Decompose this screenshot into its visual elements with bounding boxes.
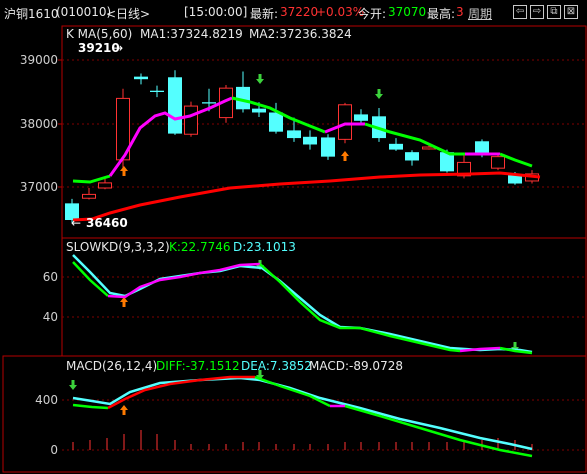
ma2-line	[72, 171, 541, 222]
ma2-label: MA2:37236.3824	[249, 27, 352, 41]
kd-ytick-60: 60	[42, 270, 58, 284]
macd-ytick-400: 400	[35, 393, 58, 407]
kd-panel-frame	[61, 237, 587, 357]
candle-body-25	[491, 156, 505, 169]
candle-body-4	[134, 76, 148, 80]
candle-body-15	[321, 137, 335, 157]
price-ytick-37000: 37000	[19, 180, 58, 194]
candle-body-1	[82, 193, 96, 199]
ma1-label: MA1:37324.8219	[140, 27, 243, 41]
kd-lines	[72, 254, 533, 355]
candle-body-5	[150, 90, 164, 92]
candle-body-13	[287, 130, 301, 139]
kline-chart[interactable]	[0, 0, 587, 474]
high-marker-arrow-icon: →	[113, 41, 124, 55]
candle-body-6	[168, 77, 182, 134]
kd-k-segment-2	[107, 262, 261, 299]
candles	[65, 70, 539, 223]
candle-body-19	[389, 143, 403, 150]
buy-arrow-icon-1	[120, 166, 128, 176]
kd-k-segment-1	[72, 261, 109, 297]
low-marker-label: 36460	[86, 216, 128, 230]
macd-buy-arrow-icon	[120, 405, 128, 415]
macd-lines	[72, 375, 533, 458]
kd-indicator-label: SLOWKD(9,3,3,2)	[66, 240, 170, 254]
sell-arrow-icon-2	[375, 89, 383, 99]
buy-arrow-icon-2	[341, 151, 349, 161]
low-marker-arrow-icon: ←	[71, 216, 82, 230]
candle-body-2	[98, 182, 112, 189]
kd-d-label: D:23.1013	[233, 240, 296, 254]
macd-diff-segment-5	[344, 404, 533, 458]
candle-body-12	[269, 112, 283, 132]
candle-body-16	[338, 104, 352, 140]
kd-buy-arrow-icon	[120, 297, 128, 307]
price-ytick-39000: 39000	[19, 53, 58, 67]
macd-dea-line	[72, 376, 533, 451]
candle-body-17	[354, 114, 368, 121]
macd-diff-label: DIFF:-37.1512	[156, 359, 240, 373]
ma1-segment-5	[364, 122, 465, 156]
macd-diff-segment-1	[72, 403, 109, 410]
macd-value-label: MACD:-89.0728	[309, 359, 403, 373]
candle-body-20	[405, 152, 419, 161]
candle-body-11	[252, 108, 266, 113]
price-ma-lines	[72, 96, 541, 222]
kd-ytick-40: 40	[42, 310, 58, 324]
ma1-segment-1	[72, 174, 111, 184]
kd-k-label: K:22.7746	[169, 240, 231, 254]
candle-body-7	[184, 105, 198, 135]
candle-body-8	[202, 102, 216, 104]
price-indicator-label: K MA(5,60)	[66, 27, 133, 41]
price-ytick-38000: 38000	[19, 117, 58, 131]
macd-dea-label: DEA:7.3852	[241, 359, 312, 373]
macd-indicator-label: MACD(26,12,4)	[66, 359, 158, 373]
macd-sell-arrow-icon-1	[69, 380, 77, 390]
macd-diff-segment-3	[254, 375, 331, 408]
candle-body-14	[303, 136, 317, 145]
macd-ytick-0: 0	[50, 443, 58, 457]
macd-panel-frame	[2, 355, 587, 473]
sell-arrow-icon-1	[256, 74, 264, 84]
kd-k-segment-3	[259, 263, 461, 353]
